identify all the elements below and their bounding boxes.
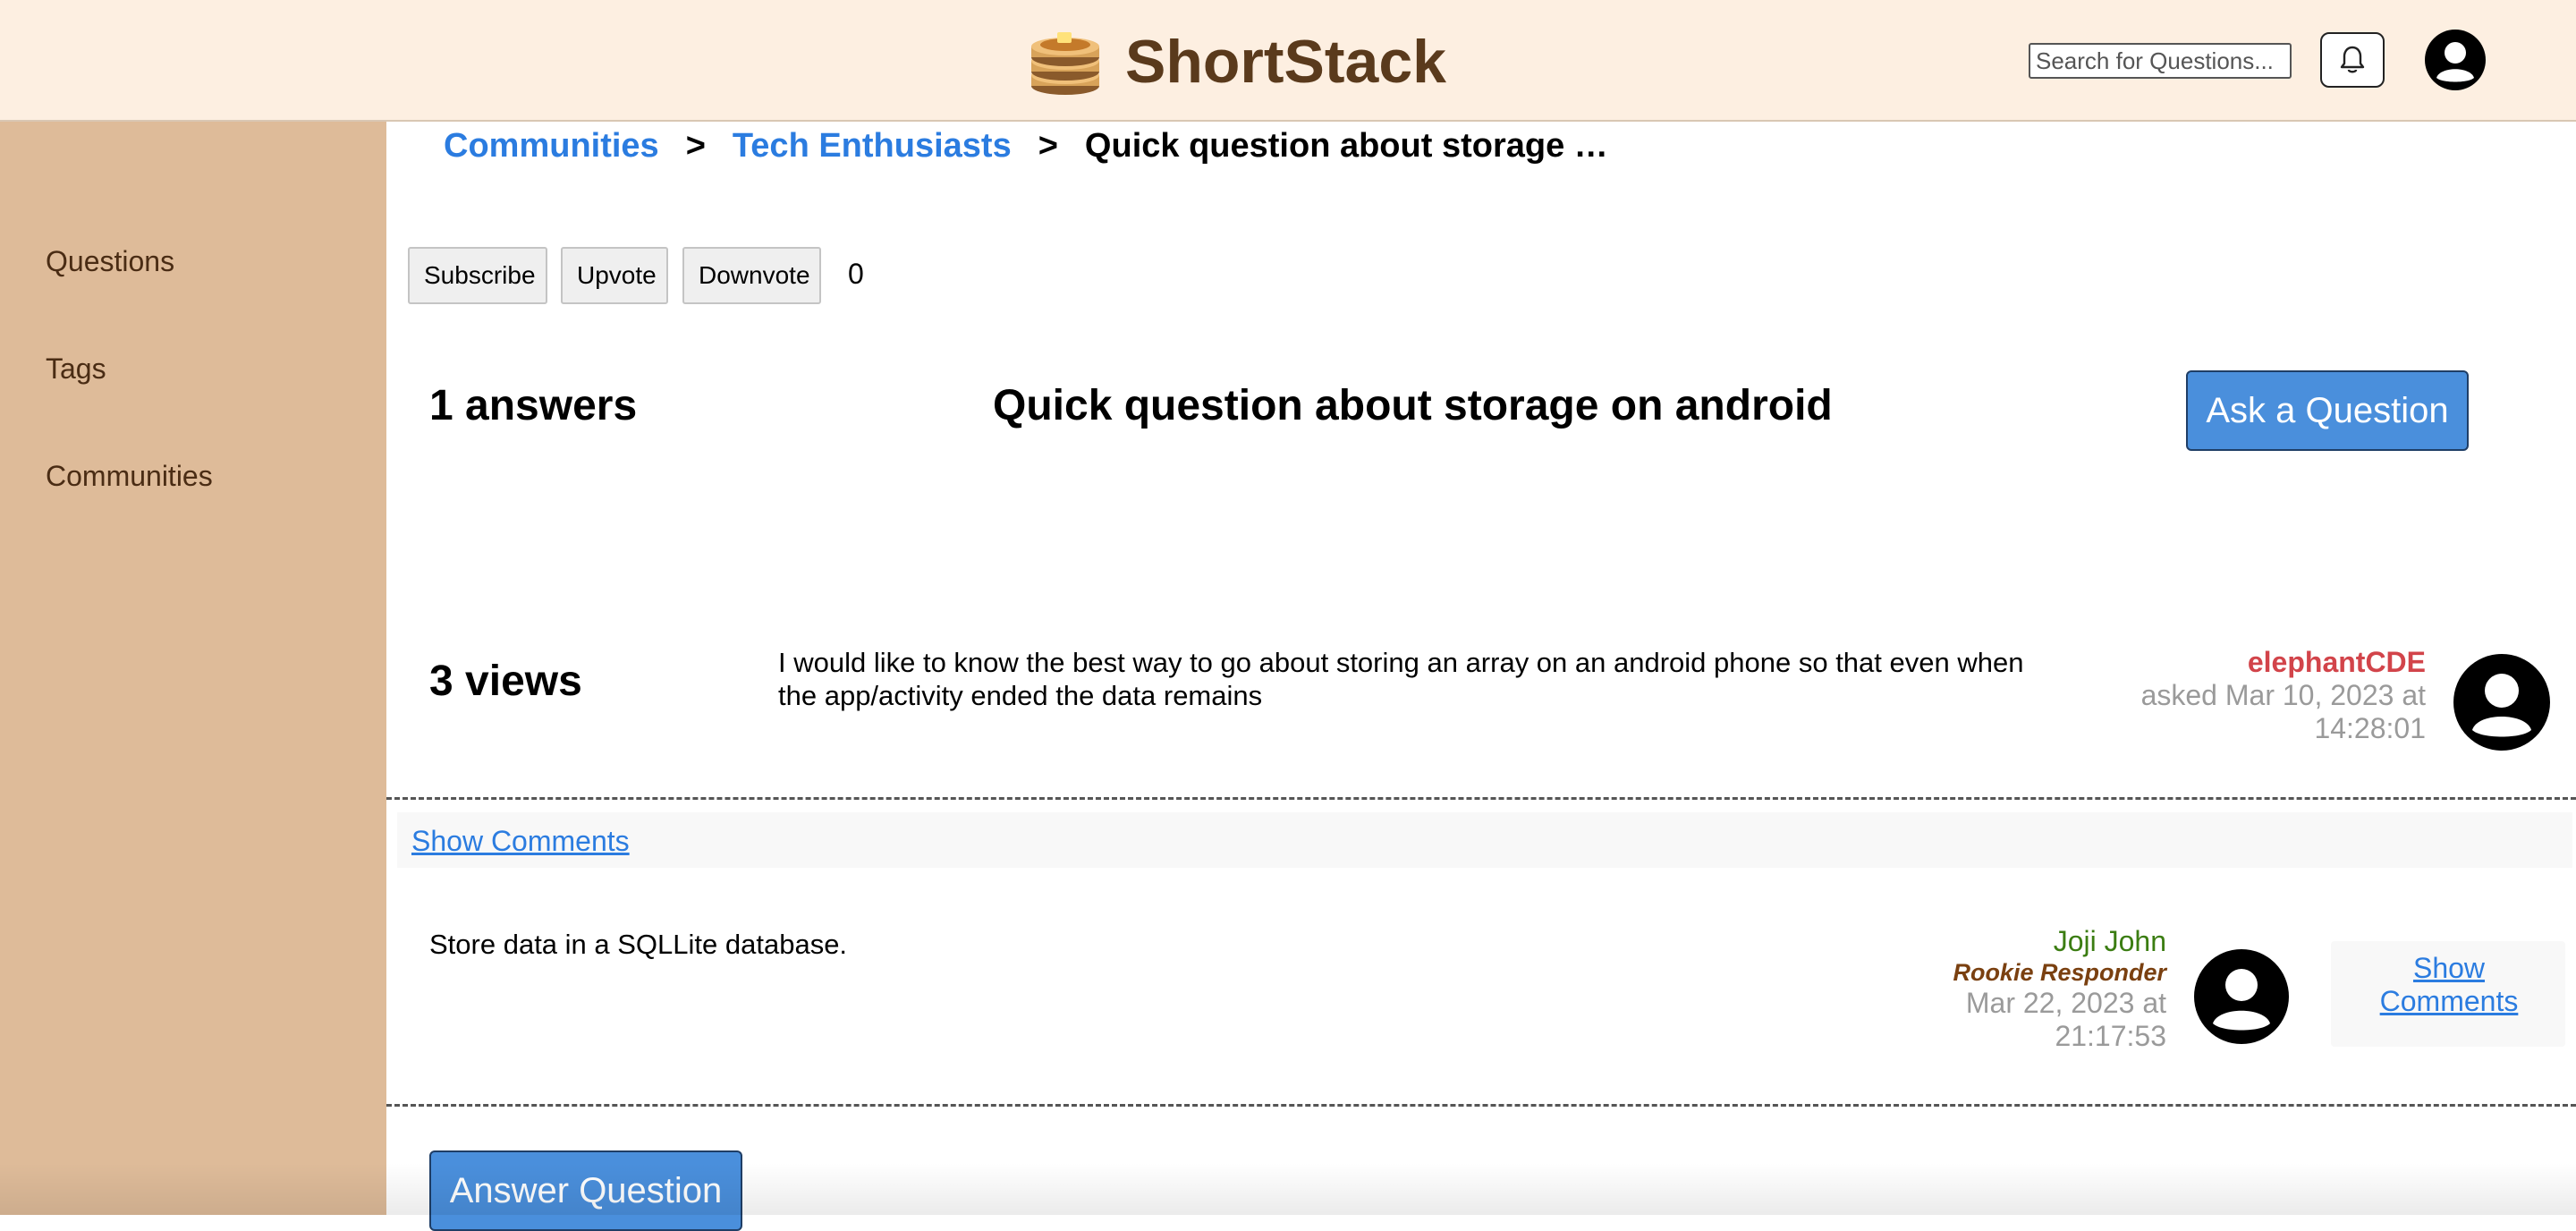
question-date-line2: 14:28:01 (2314, 712, 2426, 744)
pancake-stack-icon (1031, 32, 1099, 95)
divider (386, 797, 2576, 800)
ask-question-button[interactable]: Ask a Question (2186, 370, 2469, 451)
answer-author-avatar-icon (2194, 949, 2289, 1044)
answer-author-badge: Rookie Responder (1953, 959, 2166, 986)
sidebar: Questions Tags Communities (0, 122, 386, 1215)
search-input[interactable] (2029, 43, 2292, 79)
vote-count: 0 (848, 258, 864, 290)
sidebar-item-communities[interactable]: Communities (46, 460, 213, 493)
bell-icon (2340, 46, 2365, 73)
question-meta: elephantCDE asked Mar 10, 2023 at 14:28:… (2122, 646, 2426, 745)
divider (386, 1104, 2576, 1107)
answer-show-comments-line1: Show (2412, 952, 2486, 984)
breadcrumb-communities[interactable]: Communities (444, 127, 659, 166)
breadcrumb-separator: > (1038, 127, 1058, 165)
views-count: 3 views (429, 658, 582, 705)
answers-count: 1 answers (429, 382, 638, 429)
question-author[interactable]: elephantCDE (2122, 646, 2426, 679)
breadcrumb-current: Quick question about storage … (1084, 127, 1608, 165)
user-avatar-icon[interactable] (2424, 29, 2487, 91)
breadcrumb-separator: > (685, 127, 706, 165)
main-content: Communities > Tech Enthusiasts > Quick q… (386, 122, 2576, 1231)
sidebar-item-questions[interactable]: Questions (46, 245, 174, 278)
question-show-comments-link[interactable]: Show Comments (411, 825, 630, 858)
question-title: Quick question about storage on android (993, 382, 1833, 429)
question-body: I would like to know the best way to go … (778, 647, 2024, 711)
notifications-button[interactable] (2320, 32, 2385, 88)
breadcrumb: Communities > Tech Enthusiasts > Quick q… (444, 127, 1608, 166)
answer-meta: Joji John Rookie Responder Mar 22, 2023 … (1898, 925, 2166, 1053)
answer-show-comments-line2: Comments (2379, 985, 2519, 1017)
top-header: ShortStack (0, 0, 2576, 122)
upvote-button[interactable]: Upvote (561, 247, 668, 304)
question-date-line1: asked Mar 10, 2023 at (2140, 679, 2426, 711)
answer-question-button[interactable]: Answer Question (429, 1150, 742, 1231)
answer-show-comments-link[interactable]: Show Comments (2370, 952, 2528, 1018)
sidebar-item-tags[interactable]: Tags (46, 352, 106, 386)
question-author-avatar-icon (2453, 654, 2550, 751)
downvote-button[interactable]: Downvote (682, 247, 821, 304)
brand-name: ShortStack (1125, 28, 1446, 96)
answer-author[interactable]: Joji John (1898, 925, 2166, 958)
question-comments-bar (397, 812, 2572, 868)
answer-date-line2: 21:17:53 (2055, 1020, 2166, 1052)
answer-date-line1: Mar 22, 2023 at (1965, 987, 2166, 1019)
brand-logo[interactable]: ShortStack (1027, 21, 1446, 102)
subscribe-button[interactable]: Subscribe (408, 247, 547, 304)
breadcrumb-community[interactable]: Tech Enthusiasts (733, 127, 1012, 166)
answer-body: Store data in a SQLLite database. (429, 929, 848, 960)
